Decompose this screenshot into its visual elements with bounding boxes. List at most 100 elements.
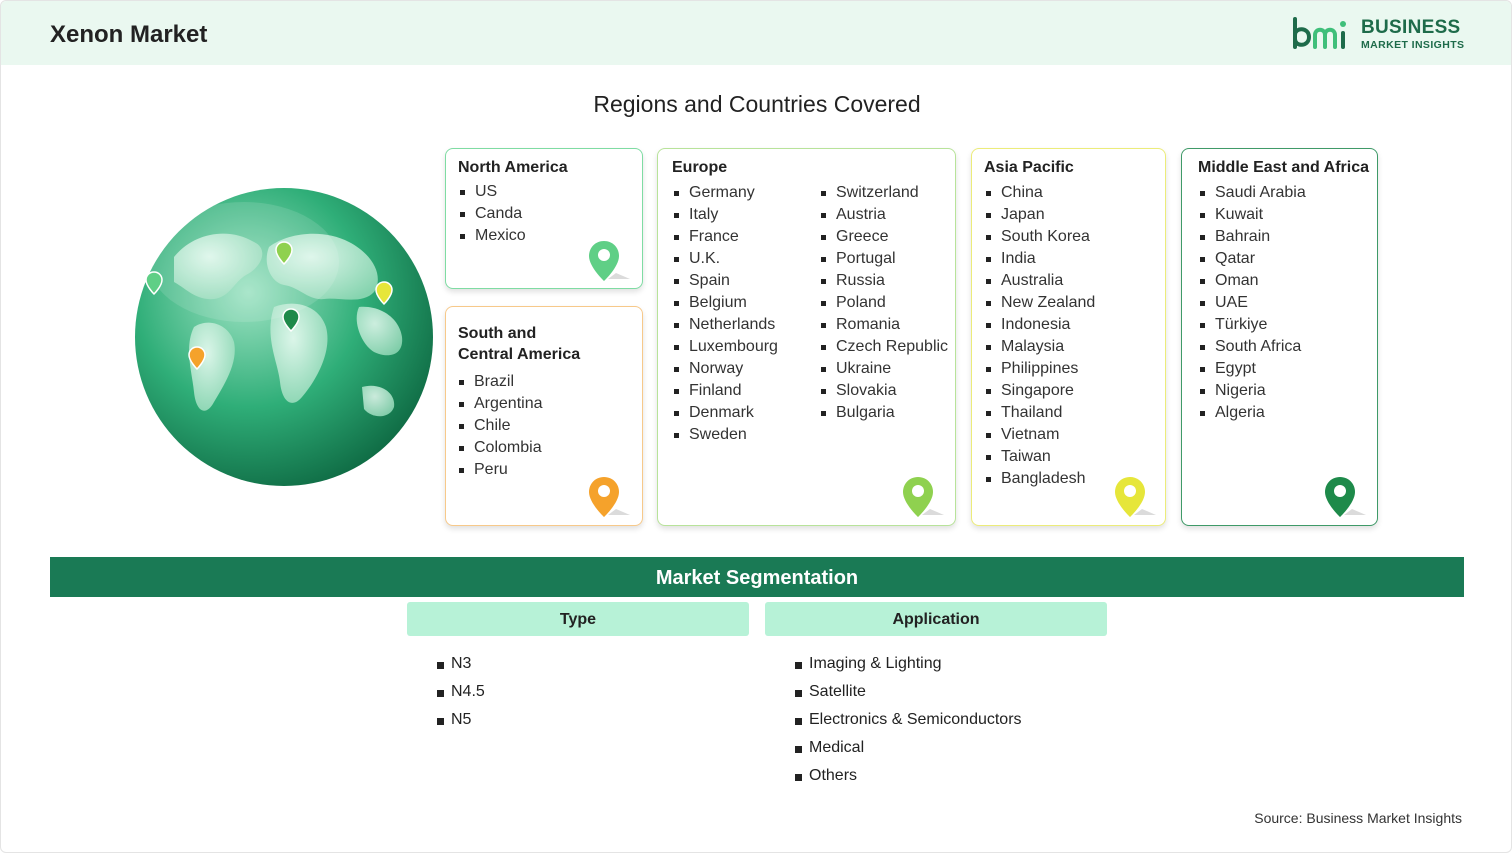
page-title: Xenon Market (50, 21, 208, 48)
list-item: Peru (457, 459, 543, 481)
list-item: Romania (819, 314, 948, 336)
location-pin-icon (589, 477, 630, 517)
list-item: Spain (672, 270, 778, 292)
list-item: Singapore (984, 380, 1095, 402)
list-item: Colombia (457, 437, 543, 459)
list-item: Ukraine (819, 358, 948, 380)
list-item: Nigeria (1198, 380, 1306, 402)
list-item: Sweden (672, 424, 778, 446)
source-note: Source: Business Market Insights (1254, 810, 1462, 826)
header: Xenon Market BUSINESS MARKET INSIGHTS (1, 1, 1511, 65)
list-item: Medical (795, 734, 1022, 762)
logo-text-business: BUSINESS (1361, 17, 1461, 38)
list-item: Portugal (819, 248, 948, 270)
list-item: Australia (984, 270, 1095, 292)
list-item: Kuwait (1198, 204, 1306, 226)
list-item: New Zealand (984, 292, 1095, 314)
country-list: China Japan South Korea India Australia … (984, 182, 1095, 490)
list-item: N3 (437, 650, 485, 678)
list-item: Satellite (795, 678, 1022, 706)
region-title-line1: South and (458, 325, 537, 342)
location-pin-icon (589, 241, 630, 281)
list-item: Netherlands (672, 314, 778, 336)
region-title: Asia Pacific (984, 159, 1074, 176)
regions-section-title: Regions and Countries Covered (593, 91, 921, 117)
list-item: Canda (458, 203, 526, 225)
list-item: US (458, 181, 526, 203)
company-logo: BUSINESS MARKET INSIGHTS (1291, 15, 1471, 55)
list-item: Electronics & Semiconductors (795, 706, 1022, 734)
list-item: Luxembourg (672, 336, 778, 358)
segment-header-application: Application (765, 602, 1107, 636)
list-item: Taiwan (984, 446, 1095, 468)
page-frame: Xenon Market BUSINESS MARKET INSIGHTS Re… (0, 0, 1512, 853)
globe-illustration (135, 188, 433, 486)
location-pin-icon (1115, 477, 1156, 517)
list-item: Brazil (457, 371, 543, 393)
list-item: Türkiye (1198, 314, 1306, 336)
list-item: Thailand (984, 402, 1095, 424)
list-item: Chile (457, 415, 543, 437)
region-title: Europe (672, 159, 728, 176)
application-list: Imaging & Lighting Satellite Electronics… (795, 650, 1022, 790)
list-item: Switzerland (819, 182, 948, 204)
region-card-asia-pacific: Asia Pacific China Japan South Korea Ind… (971, 148, 1166, 526)
list-item: Germany (672, 182, 778, 204)
segment-header-type: Type (407, 602, 749, 636)
list-item: Algeria (1198, 402, 1306, 424)
list-item: Poland (819, 292, 948, 314)
list-item: Russia (819, 270, 948, 292)
list-item: Austria (819, 204, 948, 226)
country-list: US Canda Mexico (458, 181, 526, 247)
location-pin-icon (1325, 477, 1366, 517)
region-card-south-central-america: South and Central America Brazil Argenti… (445, 306, 643, 526)
market-segmentation-bar: Market Segmentation (50, 557, 1464, 597)
list-item: Saudi Arabia (1198, 182, 1306, 204)
region-title: North America (458, 159, 568, 176)
list-item: South Korea (984, 226, 1095, 248)
list-item: UAE (1198, 292, 1306, 314)
region-card-europe: Europe Germany Italy France U.K. Spain B… (657, 148, 956, 526)
list-item: Denmark (672, 402, 778, 424)
list-item: Bangladesh (984, 468, 1095, 490)
list-item: Slovakia (819, 380, 948, 402)
list-item: South Africa (1198, 336, 1306, 358)
list-item: Mexico (458, 225, 526, 247)
list-item: Qatar (1198, 248, 1306, 270)
region-card-north-america: North America US Canda Mexico (445, 148, 643, 289)
list-item: Indonesia (984, 314, 1095, 336)
list-item: Argentina (457, 393, 543, 415)
bmi-logo-icon (1293, 17, 1346, 49)
list-item: China (984, 182, 1095, 204)
region-title: Middle East and Africa (1198, 159, 1369, 176)
list-item: Egypt (1198, 358, 1306, 380)
list-item: France (672, 226, 778, 248)
list-item: Norway (672, 358, 778, 380)
list-item: Czech Republic (819, 336, 948, 358)
list-item: Belgium (672, 292, 778, 314)
list-item: India (984, 248, 1095, 270)
list-item: Others (795, 762, 1022, 790)
country-list-col1: Germany Italy France U.K. Spain Belgium … (672, 182, 778, 446)
list-item: Greece (819, 226, 948, 248)
region-title: South and Central America (458, 323, 580, 365)
list-item: Italy (672, 204, 778, 226)
list-item: Bahrain (1198, 226, 1306, 248)
list-item: N4.5 (437, 678, 485, 706)
country-list-col2: Switzerland Austria Greece Portugal Russ… (819, 182, 948, 424)
region-card-middle-east-africa: Middle East and Africa Saudi Arabia Kuwa… (1181, 148, 1378, 526)
list-item: Philippines (984, 358, 1095, 380)
list-item: Malaysia (984, 336, 1095, 358)
list-item: N5 (437, 706, 485, 734)
list-item: Japan (984, 204, 1095, 226)
list-item: Vietnam (984, 424, 1095, 446)
list-item: Finland (672, 380, 778, 402)
logo-text-market-insights: MARKET INSIGHTS (1361, 39, 1465, 51)
location-pin-icon (903, 477, 944, 517)
country-list: Brazil Argentina Chile Colombia Peru (457, 371, 543, 481)
list-item: Oman (1198, 270, 1306, 292)
list-item: Imaging & Lighting (795, 650, 1022, 678)
region-title-line2: Central America (458, 346, 581, 363)
list-item: Bulgaria (819, 402, 948, 424)
list-item: U.K. (672, 248, 778, 270)
